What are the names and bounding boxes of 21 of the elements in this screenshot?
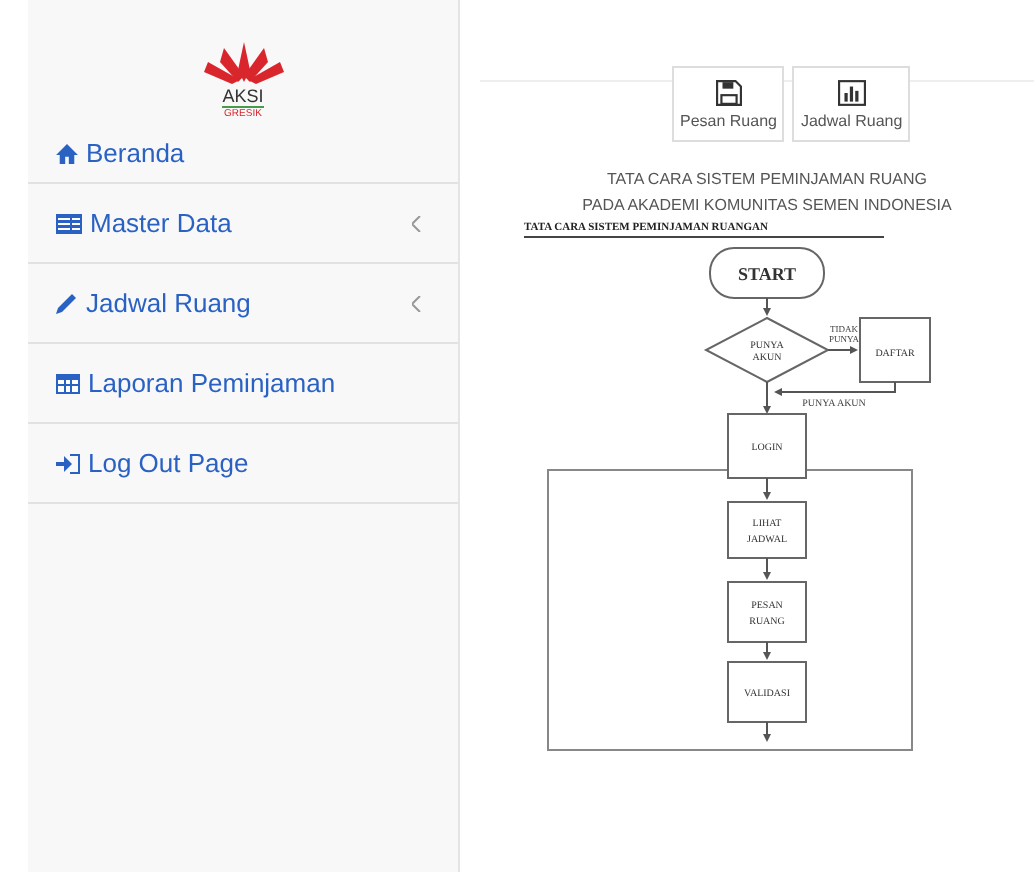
flow-arrow — [763, 297, 771, 316]
flow-arrow — [763, 557, 771, 580]
heading-text: PADA AKADEMI KOMUNITAS SEMEN INDONESIA — [582, 196, 952, 214]
heading-text: TATA CARA SISTEM PEMINJAMAN RUANG — [606, 170, 928, 188]
list-icon — [56, 213, 82, 233]
sign-in-icon — [56, 453, 80, 473]
home-icon — [56, 143, 78, 163]
shortcut-button[interactable]: Pesan Ruang — [672, 66, 785, 142]
table-icon — [56, 373, 80, 393]
flow-arrow — [827, 346, 858, 354]
shortcut-button[interactable]: Jadwal Ruang — [792, 66, 911, 142]
logo-text: AKSI — [222, 86, 264, 108]
flow-arrow — [763, 477, 771, 500]
start-terminal: START — [709, 247, 825, 299]
pencil-icon — [56, 292, 78, 314]
flow-arrow — [763, 721, 771, 742]
flow-arrow — [774, 381, 896, 396]
flow-arrow — [763, 381, 771, 414]
flow-arrow — [763, 641, 771, 660]
lotus-logo-icon — [203, 42, 283, 86]
bar-chart-icon — [837, 80, 866, 106]
